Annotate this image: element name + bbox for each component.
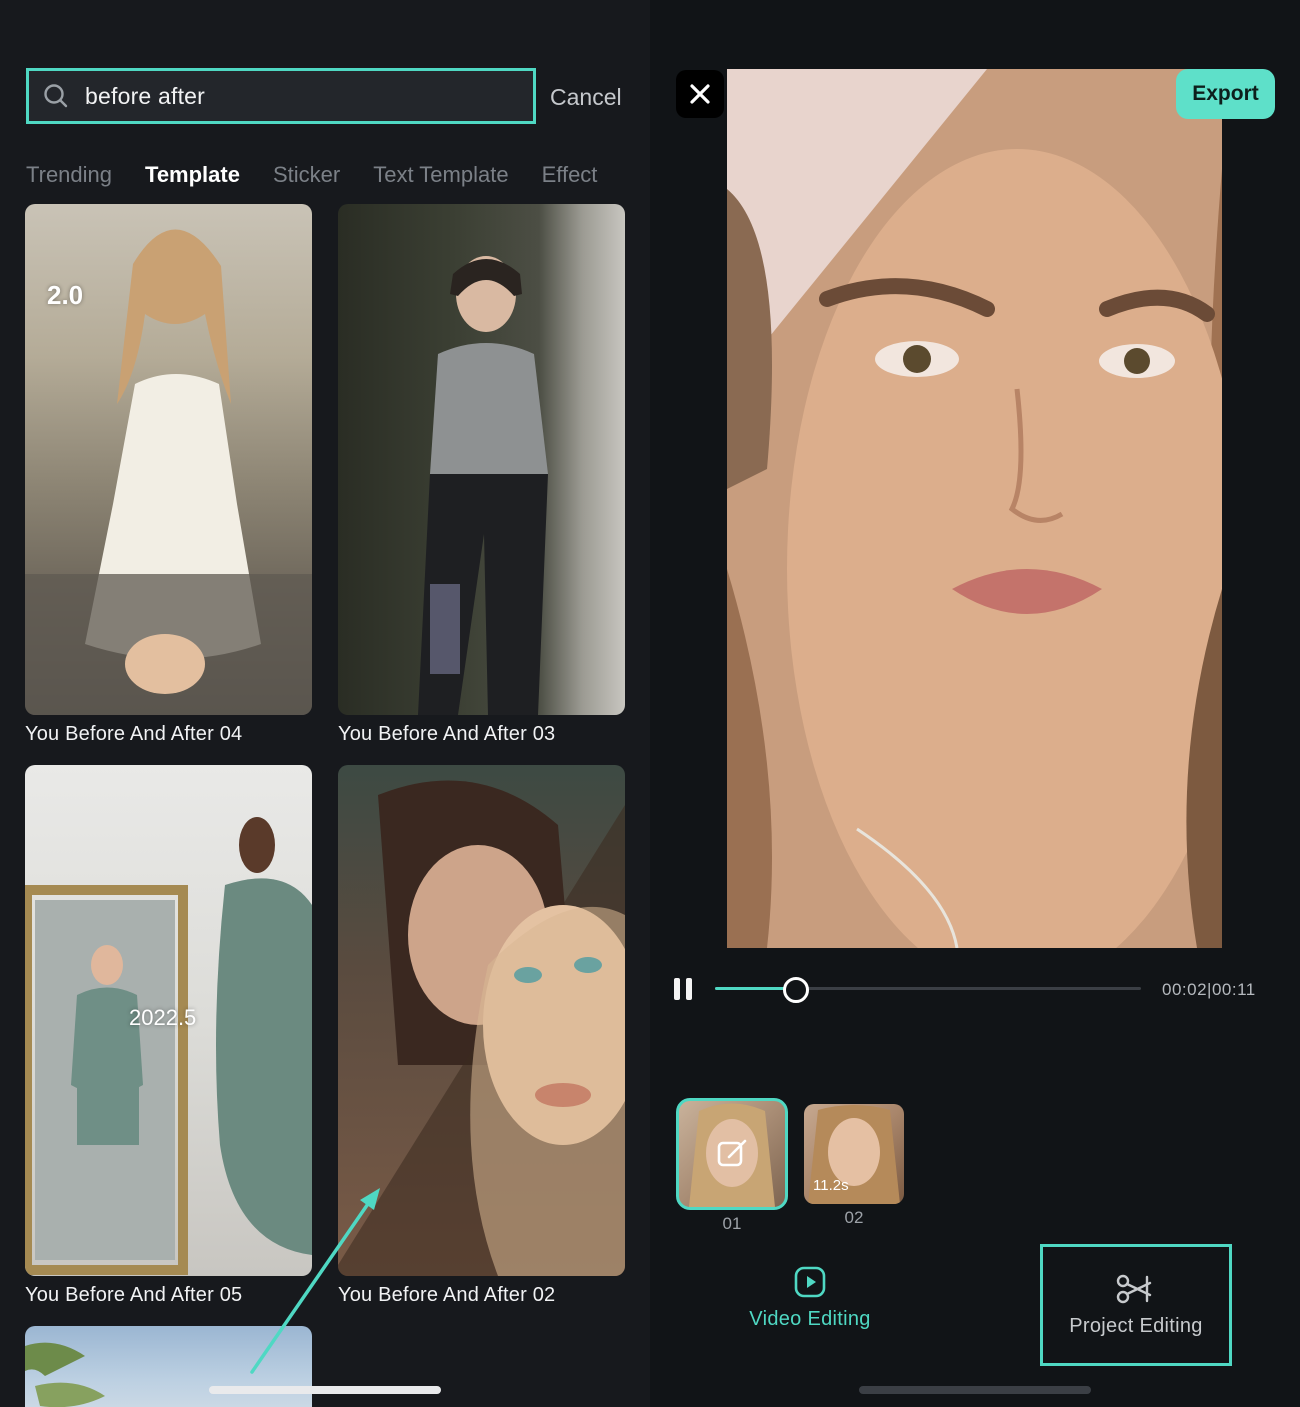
clip-number: 01 — [722, 1214, 742, 1233]
tab-template[interactable]: Template — [145, 162, 240, 188]
project-editing-button[interactable]: Project Editing — [1040, 1244, 1232, 1366]
clip-thumbnail[interactable] — [676, 1098, 788, 1210]
tab-text-template[interactable]: Text Template — [373, 162, 508, 188]
template-title: You Before And After 05 — [25, 1284, 243, 1306]
template-overlay-text: 2022.5 — [129, 1005, 197, 1030]
clip-thumbnail[interactable]: 11.2s — [804, 1104, 904, 1204]
scissors-icon — [1116, 1274, 1152, 1303]
close-button[interactable] — [676, 70, 724, 118]
close-icon — [690, 84, 710, 104]
clip-number: 02 — [844, 1208, 864, 1227]
template-card[interactable]: You Before And After 03 — [338, 204, 625, 746]
clip-item[interactable]: 11.2s 02 — [804, 1104, 904, 1228]
tab-effect[interactable]: Effect — [542, 162, 598, 188]
search-icon — [44, 84, 68, 108]
template-card[interactable]: You Before And After 02 — [338, 765, 625, 1307]
template-thumbnail[interactable]: 2.0 — [25, 204, 312, 715]
video-editing-label: Video Editing — [749, 1308, 871, 1330]
video-editing-button[interactable]: Video Editing — [740, 1266, 880, 1331]
video-preview[interactable] — [727, 69, 1222, 948]
editor-panel: Export 00:02|00:11 01 11.2s 02 Video Edi… — [650, 0, 1300, 1407]
search-input[interactable]: before after — [26, 68, 536, 124]
template-browser-panel: before after Cancel Trending Template St… — [0, 0, 650, 1407]
clip-item[interactable]: 01 — [676, 1098, 788, 1234]
template-thumbnail[interactable]: 2022.5 — [25, 765, 312, 1276]
pause-button[interactable] — [674, 978, 696, 1002]
scrubber-handle[interactable] — [783, 977, 809, 1003]
template-thumbnail[interactable] — [338, 204, 625, 715]
clip-duration: 11.2s — [813, 1177, 849, 1194]
template-title: You Before And After 04 — [25, 723, 243, 745]
category-tabs: Trending Template Sticker Text Template … — [26, 162, 630, 188]
home-indicator — [209, 1386, 441, 1394]
edit-icon[interactable] — [715, 1137, 749, 1171]
template-card[interactable]: 2.0 You Before And After 04 — [25, 204, 312, 746]
export-button[interactable]: Export — [1176, 69, 1275, 119]
play-square-icon — [794, 1266, 826, 1298]
playback-scrubber[interactable] — [715, 987, 1141, 990]
template-card[interactable]: 2022.5 You Before And After 05 — [25, 765, 312, 1307]
template-thumbnail[interactable] — [25, 1326, 312, 1407]
pause-icon — [674, 978, 680, 1000]
search-query-text[interactable]: before after — [85, 83, 205, 110]
time-display: 00:02|00:11 — [1162, 980, 1256, 999]
cancel-button[interactable]: Cancel — [550, 84, 622, 111]
home-indicator — [859, 1386, 1091, 1394]
tab-sticker[interactable]: Sticker — [273, 162, 340, 188]
tab-trending[interactable]: Trending — [26, 162, 112, 188]
template-thumbnail[interactable] — [338, 765, 625, 1276]
template-title: You Before And After 02 — [338, 1284, 556, 1306]
template-title: You Before And After 03 — [338, 723, 556, 745]
template-overlay-text: 2.0 — [47, 280, 84, 310]
project-editing-label: Project Editing — [1069, 1314, 1203, 1337]
